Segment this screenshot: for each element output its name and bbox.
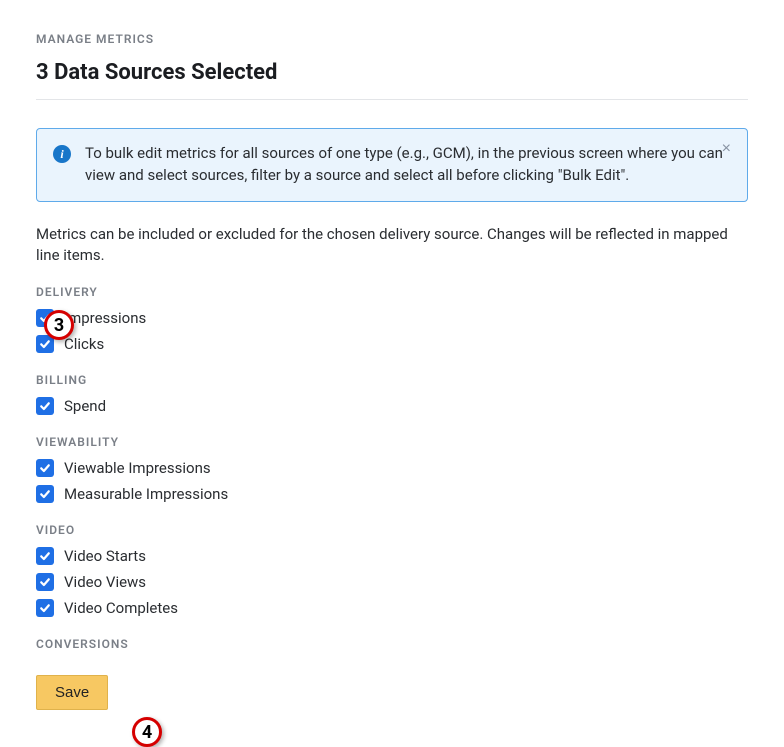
page-title: 3 Data Sources Selected (36, 60, 748, 85)
section-video: VIDEO Video Starts Video Views Video Comple… (36, 523, 748, 617)
divider (36, 99, 748, 100)
metric-label: Measurable Impressions (64, 485, 228, 503)
alert-text: To bulk edit metrics for all sources of … (85, 143, 731, 187)
checkbox[interactable] (36, 547, 54, 565)
checkbox[interactable] (36, 459, 54, 477)
section-conversions: CONVERSIONS (36, 637, 748, 651)
metric-label: Video Starts (64, 547, 146, 565)
metric-label: Clicks (64, 335, 104, 353)
checkbox[interactable] (36, 599, 54, 617)
metric-row: Viewable Impressions (36, 459, 748, 477)
metric-label: Impressions (64, 309, 146, 327)
metric-row: Video Views (36, 573, 748, 591)
checkbox[interactable] (36, 485, 54, 503)
metric-label: Video Views (64, 573, 146, 591)
section-viewability: VIEWABILITY Viewable Impressions Measurabl… (36, 435, 748, 503)
section-header: DELIVERY (36, 285, 748, 299)
close-icon[interactable]: × (718, 139, 735, 159)
breadcrumb: MANAGE METRICS (36, 32, 748, 46)
section-delivery: DELIVERY Impressions Clicks (36, 285, 748, 353)
section-billing: BILLING Spend (36, 373, 748, 415)
checkbox[interactable] (36, 397, 54, 415)
metric-row: Measurable Impressions (36, 485, 748, 503)
section-header: CONVERSIONS (36, 637, 748, 651)
checkbox[interactable] (36, 573, 54, 591)
info-alert: i To bulk edit metrics for all sources o… (36, 128, 748, 202)
annotation-marker-3: 3 (44, 310, 74, 340)
save-button[interactable]: Save (36, 675, 108, 710)
metric-label: Spend (64, 397, 106, 415)
metric-row: Impressions (36, 309, 748, 327)
metric-row: Spend (36, 397, 748, 415)
info-icon: i (53, 145, 71, 163)
metric-row: Video Completes (36, 599, 748, 617)
description-text: Metrics can be included or excluded for … (36, 224, 748, 268)
section-header: VIEWABILITY (36, 435, 748, 449)
section-header: BILLING (36, 373, 748, 387)
metric-label: Video Completes (64, 599, 178, 617)
metric-row: Clicks (36, 335, 748, 353)
metric-label: Viewable Impressions (64, 459, 211, 477)
section-header: VIDEO (36, 523, 748, 537)
metric-row: Video Starts (36, 547, 748, 565)
